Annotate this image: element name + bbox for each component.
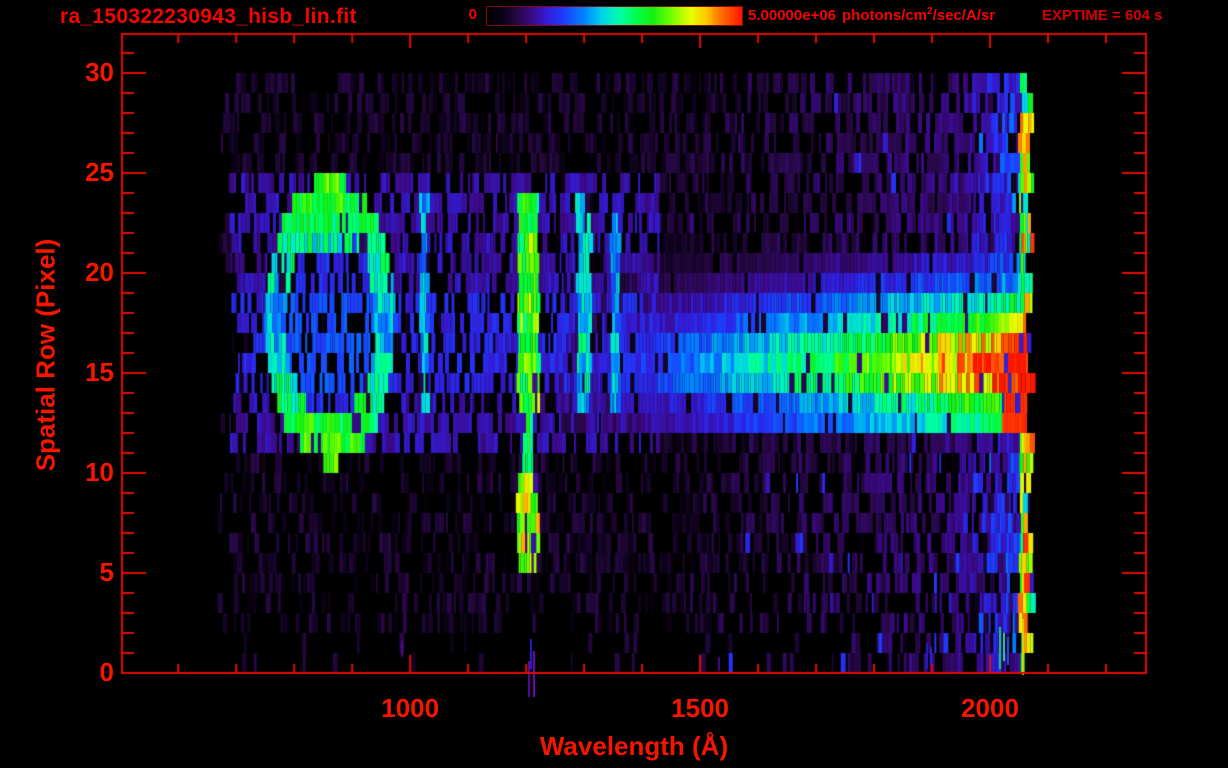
y-tick-label: 25 (85, 157, 114, 187)
y-tick-label: 5 (99, 557, 114, 587)
colorbar-unit-suffix: /sec/A/sr (932, 7, 996, 24)
plot-title: ra_150322230943_hisb_lin.fit (60, 5, 357, 28)
y-tick-label: 10 (85, 457, 114, 487)
y-tick-label: 20 (85, 257, 114, 287)
x-tick-label: 1500 (671, 693, 730, 723)
app-window: ra_150322230943_hisb_lin.fit 0 5.00000e+… (0, 0, 1228, 768)
y-tick-label: 30 (85, 57, 114, 87)
colorbar-min-label: 0 (468, 6, 477, 23)
spectrogram-heatmap-canvas (0, 0, 1228, 768)
colorbar-unit-prefix: photons/cm (842, 7, 928, 24)
colorbar (486, 6, 743, 26)
x-axis-title: Wavelength (Å) (539, 731, 729, 761)
exptime-label: EXPTIME = 604 s (1042, 7, 1163, 24)
y-tick-label: 0 (99, 657, 114, 687)
x-tick-label: 2000 (961, 693, 1019, 723)
x-tick-label: 1000 (381, 693, 440, 723)
colorbar-max-value: 5.00000e+06 (748, 7, 837, 24)
y-tick-label: 15 (85, 357, 114, 387)
colorbar-max-label: 5.00000e+06 photons/cm2/sec/A/sr (748, 6, 996, 24)
